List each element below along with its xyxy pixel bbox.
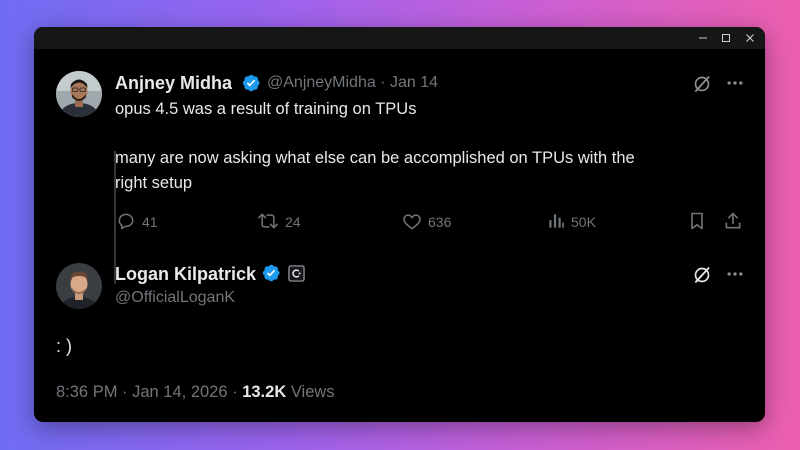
maximize-button[interactable] — [713, 27, 739, 49]
avatar-logan[interactable] — [56, 263, 102, 309]
close-button[interactable] — [737, 27, 763, 49]
tweet-meta-footer: 8:36 PM · Jan 14, 2026 · 13.2K Views — [56, 383, 335, 402]
repost-count: 24 — [285, 214, 301, 230]
tweet-date[interactable]: Jan 14 — [390, 74, 438, 91]
reply-icon[interactable] — [116, 211, 136, 231]
views-count: 50K — [571, 214, 596, 230]
repost-icon[interactable] — [257, 211, 279, 231]
handle-text: @AnjneyMidha — [267, 74, 376, 91]
author-name[interactable]: Anjney Midha — [115, 73, 232, 94]
bookmark-icon[interactable] — [688, 211, 706, 231]
author-handle[interactable]: @AnjneyMidha · Jan 14 — [267, 74, 438, 92]
grok-icon-2[interactable] — [692, 265, 712, 285]
affiliate-badge-icon[interactable] — [288, 265, 305, 282]
reply-text: : ) — [56, 336, 72, 356]
close-icon — [746, 34, 754, 42]
tweet-text-line-2: many are now asking what else can be acc… — [115, 149, 635, 167]
avatar-anjney-image — [56, 71, 102, 117]
maximize-icon — [722, 34, 730, 42]
timestamp[interactable]: 8:36 PM · Jan 14, 2026 · — [56, 383, 242, 401]
tweet-text-line-3: right setup — [115, 174, 193, 192]
tweet-text-line-1: opus 4.5 was a result of training on TPU… — [115, 100, 417, 118]
author-name-2[interactable]: Logan Kilpatrick — [115, 264, 256, 285]
views-number: 13.2K — [242, 383, 287, 401]
avatar-logan-image — [56, 263, 102, 309]
author-handle-2[interactable]: @OfficialLoganK — [115, 289, 235, 307]
tweet-window: Anjney Midha @AnjneyMidha · Jan 14 opus … — [34, 27, 765, 422]
grok-icon[interactable] — [692, 74, 712, 94]
like-count: 636 — [428, 214, 452, 230]
minimize-icon — [699, 37, 707, 39]
share-icon[interactable] — [723, 211, 743, 231]
separator: · — [380, 74, 386, 91]
more-options-icon-2[interactable] — [725, 264, 745, 284]
reply-count: 41 — [142, 214, 158, 230]
views-label: Views — [286, 383, 335, 401]
title-bar — [34, 27, 765, 49]
verified-badge-icon — [242, 74, 260, 92]
more-options-icon[interactable] — [725, 73, 745, 93]
like-icon[interactable] — [402, 212, 422, 232]
views-icon[interactable] — [546, 211, 566, 231]
verified-badge-icon-2 — [262, 264, 280, 282]
avatar-anjney[interactable] — [56, 71, 102, 117]
